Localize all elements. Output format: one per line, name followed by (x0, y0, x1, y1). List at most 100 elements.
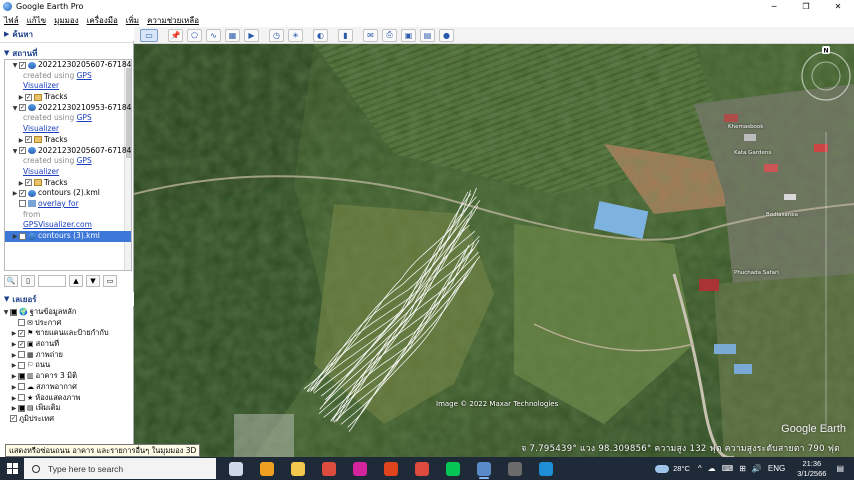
description-link[interactable]: GPS (77, 71, 92, 80)
weather-widget[interactable]: 28°C (655, 464, 690, 473)
expander-icon[interactable]: ▶ (17, 93, 25, 103)
expander-icon[interactable]: ▶ (10, 383, 18, 393)
volume-icon[interactable]: 🔊 (752, 464, 762, 473)
notifications-icon[interactable]: ▤ (836, 464, 844, 473)
historical-imagery-button[interactable]: ◷ (269, 28, 284, 42)
checkbox[interactable]: ■ (18, 372, 25, 380)
layer-row[interactable]: ▶ ■ ▥ อาคาร 3 มิติ (2, 371, 132, 382)
layers-tree[interactable]: ▼ ■ 🌍 ฐานข้อมูลหลัก ✉ ประกาศ ▶ ✓ ⚑ ชายแดนและป้ายก… (2, 307, 132, 435)
keyboard-icon[interactable]: ⌨ (722, 464, 734, 473)
menu-edit[interactable]: แก้ไข (27, 14, 47, 27)
checkbox[interactable]: ✓ (10, 415, 17, 423)
line-icon[interactable] (442, 457, 464, 480)
places-row[interactable]: ▼ ✓ 20221230205607-67184 (5, 60, 131, 71)
menu-help[interactable]: ความช่วยเหลือ (147, 14, 199, 27)
minimize-button[interactable]: ─ (758, 2, 790, 11)
places-row[interactable]: Visualizer (5, 124, 131, 135)
description-link[interactable]: Visualizer (23, 167, 59, 176)
planets-button[interactable]: ◐ (313, 28, 328, 42)
layer-row[interactable]: ▶ ✓ ▣ สถานที่ (2, 339, 132, 350)
layer-row[interactable]: ✉ ประกาศ (2, 318, 132, 329)
expander-icon[interactable]: ▶ (10, 329, 18, 339)
places-filter-input[interactable] (38, 274, 66, 287)
expander-icon[interactable]: ▼ (11, 147, 19, 157)
checkbox[interactable] (18, 319, 25, 327)
layer-row[interactable]: ▶ ⚐ ถนน (2, 360, 132, 371)
print-button[interactable]: ⎙ (382, 28, 397, 42)
places-row[interactable]: from (5, 210, 131, 221)
places-row[interactable]: ▼ ✓ 20221230210953-67184 (5, 103, 131, 114)
checkbox[interactable]: ✓ (25, 179, 32, 187)
ruler-button[interactable]: ▮ (338, 28, 353, 42)
description-link[interactable]: Visualizer (23, 124, 59, 133)
checkbox[interactable]: ■ (18, 404, 25, 412)
expander-icon[interactable]: ▶ (10, 351, 18, 361)
chrome-icon[interactable] (318, 457, 340, 480)
checkbox[interactable]: ✓ (19, 147, 26, 154)
google-earth-icon[interactable] (473, 457, 495, 480)
layer-row[interactable]: ▶ ★ ห้องแสดงภาพ (2, 393, 132, 404)
expander-icon[interactable]: ▶ (10, 361, 18, 371)
layer-row[interactable]: ▶ ✓ ⚑ ชายแดนและป้ายกำกับ (2, 328, 132, 339)
places-row[interactable]: created using GPS (5, 156, 131, 167)
email-button[interactable]: ✉ (363, 28, 378, 42)
path-button[interactable]: ∿ (206, 28, 221, 42)
checkbox[interactable]: ✓ (18, 329, 25, 337)
expander-icon[interactable]: ▼ (2, 308, 10, 318)
places-row[interactable]: ▶ ✓ contours (2).kml (5, 188, 131, 199)
description-link[interactable]: overlay for (38, 199, 79, 208)
satellite-imagery[interactable]: N (134, 44, 854, 457)
checkbox[interactable]: ✓ (19, 232, 26, 240)
expander-icon[interactable]: ▼ (11, 61, 19, 71)
search-header[interactable]: ▶ ค้นหา (0, 27, 134, 41)
checkbox[interactable]: ✓ (25, 136, 32, 144)
network-icon[interactable]: ⊞ (739, 464, 746, 473)
places-row[interactable]: overlay for (5, 199, 131, 210)
store-icon[interactable] (256, 457, 278, 480)
sky-button[interactable]: ● (439, 28, 454, 42)
polygon-button[interactable]: ⬠ (187, 28, 202, 42)
menu-tools[interactable]: เครื่องมือ (87, 14, 118, 27)
folder-menu-icon[interactable]: ▭ (103, 274, 117, 287)
checkbox[interactable]: ■ (10, 308, 17, 316)
expander-icon[interactable]: ▶ (10, 404, 18, 414)
places-row[interactable]: ▶ ✓ contours (3).kml (5, 231, 131, 242)
checkbox[interactable] (18, 351, 25, 359)
clock[interactable]: 21:36 3/1/2566 (797, 459, 826, 479)
menu-add[interactable]: เพิ่ม (126, 14, 139, 27)
description-link[interactable]: GPS (77, 156, 92, 165)
layer-row[interactable]: ▶ ▦ ภาพถ่าย (2, 350, 132, 361)
record-tour-button[interactable]: ▶ (244, 28, 259, 42)
places-row[interactable]: ▼ ✓ 20221230205607-67184 (5, 146, 131, 157)
expander-icon[interactable]: ▼ (11, 104, 19, 114)
onedrive-icon[interactable]: ☁ (708, 464, 716, 473)
chrome-2-icon[interactable] (411, 457, 433, 480)
places-row[interactable]: Visualizer (5, 167, 131, 178)
calculator-icon[interactable] (504, 457, 526, 480)
file-explorer-icon[interactable] (287, 457, 309, 480)
places-row[interactable]: Visualizer (5, 81, 131, 92)
layer-row[interactable]: ▶ ☁ สภาพอากาศ (2, 382, 132, 393)
layer-row[interactable]: ▼ ■ 🌍 ฐานข้อมูลหลัก (2, 307, 132, 318)
places-tree[interactable]: ▼ ✓ 20221230205607-67184 created using GPS V… (4, 59, 132, 271)
checkbox[interactable]: ✓ (19, 61, 26, 69)
checkbox[interactable] (19, 200, 26, 208)
places-row[interactable]: created using GPS (5, 71, 131, 82)
placemark-button[interactable]: 📌 (168, 28, 183, 42)
expander-icon[interactable]: ▶ (17, 179, 25, 189)
start-button[interactable] (0, 457, 24, 480)
expander-icon[interactable]: ▶ (11, 189, 19, 199)
layer-row[interactable]: ▶ ■ ▤ เพิ่มเติม (2, 403, 132, 414)
checkbox[interactable]: ✓ (18, 340, 25, 348)
task-view-icon[interactable] (225, 457, 247, 480)
office-icon[interactable] (380, 457, 402, 480)
expander-icon[interactable]: ▶ (10, 372, 18, 382)
taskbar-search-box[interactable]: Type here to search (24, 458, 216, 479)
earth-viewport[interactable]: N Khemasbook Kata Gardens Bodiasanea Phu… (134, 44, 854, 457)
close-button[interactable]: ✕ (822, 2, 854, 11)
checkbox[interactable]: ✓ (19, 104, 26, 112)
maximize-button[interactable]: ❐ (790, 2, 822, 11)
panel-toggle-icon[interactable]: ▯ (21, 274, 35, 287)
instagram-icon[interactable] (349, 457, 371, 480)
view-in-maps-button[interactable]: ▤ (420, 28, 435, 42)
